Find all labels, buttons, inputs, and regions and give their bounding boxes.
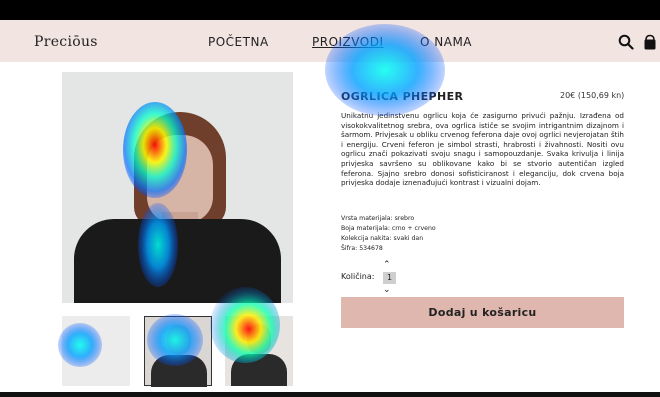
search-icon[interactable] — [618, 34, 634, 50]
quantity-input[interactable]: 1 — [383, 272, 396, 284]
thumbnail-1[interactable] — [62, 316, 130, 386]
thumbnail-shirt — [231, 354, 287, 386]
chevron-down-icon[interactable]: ⌄ — [383, 285, 391, 295]
thumbnail-face — [247, 324, 271, 354]
spec-color: Boja materijala: crno + crveno — [341, 225, 436, 232]
nav-link-proizvodi[interactable]: PROIZVODI — [312, 35, 384, 49]
spec-collection: Kolekcija nakita: svaki dan — [341, 235, 424, 242]
chevron-up-icon[interactable]: ⌃ — [383, 260, 391, 270]
navigation-bar: Preciōus POČETNA PROIZVODI O NAMA — [0, 20, 660, 62]
product-price: 20€ (150,69 kn) — [560, 91, 625, 100]
product-specs: Vrsta materijala: srebro Boja materijala… — [341, 214, 436, 254]
brand-logo[interactable]: Preciōus — [34, 34, 98, 50]
thumbnail-2[interactable] — [144, 316, 212, 387]
thumbnail-shirt — [151, 355, 207, 387]
thumbnail-3[interactable] — [225, 316, 293, 386]
nav-link-pocetna[interactable]: POČETNA — [208, 35, 269, 49]
quantity-label: Količina: — [341, 272, 375, 281]
add-to-cart-button[interactable]: Dodaj u košaricu — [341, 297, 624, 328]
product-description: Unikatnu jedinstvenu ogrlicu koja će zas… — [341, 111, 624, 188]
bottom-bar — [0, 392, 660, 397]
shopping-bag-icon[interactable] — [642, 34, 658, 50]
thumbnail-face — [167, 325, 191, 355]
product-main-image — [62, 72, 293, 303]
product-title: OGRLICA PHEPHER — [341, 90, 464, 103]
spec-material: Vrsta materijala: srebro — [341, 215, 415, 222]
top-bar — [0, 0, 660, 20]
product-thumbnails — [62, 316, 293, 387]
model-shirt — [74, 219, 281, 303]
nav-link-o-nama[interactable]: O NAMA — [420, 35, 472, 49]
spec-code: Šifra: 534678 — [341, 245, 383, 252]
model-face — [147, 135, 213, 223]
